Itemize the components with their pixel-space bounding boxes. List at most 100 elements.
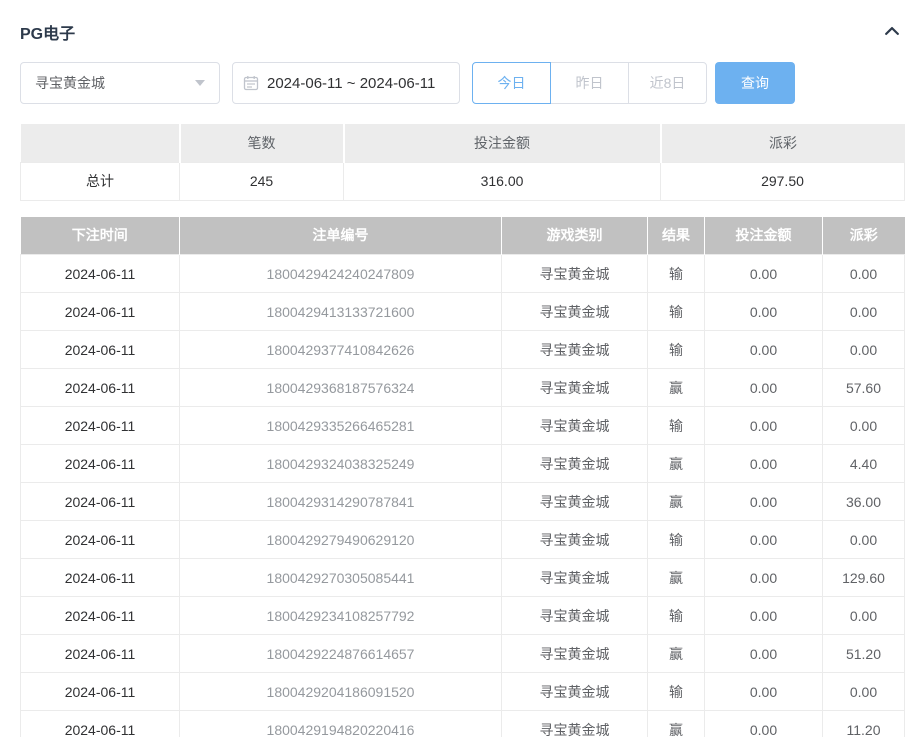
cell: 0.00 [705,369,823,407]
cell: 寻宝黄金城 [502,255,648,293]
cell: 1800429270305085441 [180,559,502,597]
cell: 寻宝黄金城 [502,635,648,673]
cell: 1800429314290787841 [180,483,502,521]
cell: 赢 [648,483,705,521]
cell: 总计 [21,162,180,200]
filter-toolbar: 寻宝黄金城 2024-06-11 ~ 2024-06-11 今日 昨日 近8日 [20,62,904,104]
cell: 寻宝黄金城 [502,711,648,737]
cell: 1800429224876614657 [180,635,502,673]
table-row: 2024-06-111800429279490629120寻宝黄金城输0.000… [21,521,905,559]
cell: 2024-06-11 [21,407,180,445]
cell: 4.40 [823,445,905,483]
cell: 0.00 [705,635,823,673]
cell: 0.00 [823,331,905,369]
cell: 0.00 [705,255,823,293]
cell: 赢 [648,445,705,483]
cell: 赢 [648,711,705,737]
table-row: 2024-06-111800429224876614657寻宝黄金城赢0.005… [21,635,905,673]
game-select-value: 寻宝黄金城 [35,73,105,93]
cell: 寻宝黄金城 [502,597,648,635]
summary-header-row: 笔数投注金额派彩 [21,124,905,162]
cell: 2024-06-11 [21,483,180,521]
date-range-input[interactable]: 2024-06-11 ~ 2024-06-11 [232,62,460,104]
table-row: 2024-06-111800429413133721600寻宝黄金城输0.000… [21,293,905,331]
cell: 0.00 [823,407,905,445]
cell: 2024-06-11 [21,445,180,483]
cell: 1800429204186091520 [180,673,502,711]
summary-table: 笔数投注金额派彩 总计245316.00297.50 [20,124,905,201]
cell: 1800429194820220416 [180,711,502,737]
cell: 0.00 [705,673,823,711]
cell: 1800429377410842626 [180,331,502,369]
cell: 寻宝黄金城 [502,559,648,597]
cell: 1800429324038325249 [180,445,502,483]
cell: 0.00 [823,255,905,293]
cell: 2024-06-11 [21,711,180,737]
cell: 寻宝黄金城 [502,521,648,559]
column-header: 下注时间 [21,217,180,255]
table-row: 2024-06-111800429324038325249寻宝黄金城赢0.004… [21,445,905,483]
chevron-up-icon [882,21,902,44]
summary-total-row: 总计245316.00297.50 [21,162,905,200]
cell: 2024-06-11 [21,635,180,673]
cell: 57.60 [823,369,905,407]
cell: 0.00 [705,711,823,737]
cell: 0.00 [705,293,823,331]
cell: 赢 [648,635,705,673]
cell: 输 [648,255,705,293]
column-header: 结果 [648,217,705,255]
cell: 0.00 [823,521,905,559]
cell: 输 [648,521,705,559]
collapse-panel-button[interactable] [880,20,904,44]
cell: 1800429424240247809 [180,255,502,293]
cell: 2024-06-11 [21,597,180,635]
cell: 寻宝黄金城 [502,331,648,369]
cell: 0.00 [823,293,905,331]
cell: 寻宝黄金城 [502,483,648,521]
quick-date-button-group: 今日 昨日 近8日 [472,62,707,104]
panel-header: PG电子 [20,0,904,44]
pg-panel: PG电子 寻宝黄金城 [0,0,924,737]
cell: 2024-06-11 [21,293,180,331]
table-row: 2024-06-111800429234108257792寻宝黄金城输0.000… [21,597,905,635]
cell: 297.50 [661,162,905,200]
cell: 赢 [648,369,705,407]
cell: 输 [648,407,705,445]
column-header: 派彩 [823,217,905,255]
table-row: 2024-06-111800429314290787841寻宝黄金城赢0.003… [21,483,905,521]
last-8-days-button[interactable]: 近8日 [628,62,707,104]
cell: 0.00 [705,597,823,635]
cell: 0.00 [705,521,823,559]
cell: 2024-06-11 [21,673,180,711]
cell: 2024-06-11 [21,255,180,293]
query-button[interactable]: 查询 [715,62,795,104]
cell: 输 [648,673,705,711]
cell: 赢 [648,559,705,597]
yesterday-button[interactable]: 昨日 [550,62,629,104]
calendar-icon [243,75,259,91]
cell: 寻宝黄金城 [502,293,648,331]
table-row: 2024-06-111800429335266465281寻宝黄金城输0.000… [21,407,905,445]
cell: 1800429368187576324 [180,369,502,407]
cell: 1800429279490629120 [180,521,502,559]
table-row: 2024-06-111800429194820220416寻宝黄金城赢0.001… [21,711,905,737]
cell: 0.00 [705,559,823,597]
cell: 0.00 [823,673,905,711]
bet-records-table: 下注时间注单编号游戏类别结果投注金额派彩 2024-06-11180042942… [20,217,905,737]
cell: 129.60 [823,559,905,597]
today-button[interactable]: 今日 [472,62,551,104]
column-header: 派彩 [661,124,905,162]
cell: 输 [648,331,705,369]
cell: 0.00 [705,445,823,483]
column-header: 游戏类别 [502,217,648,255]
column-header [21,124,180,162]
table-row: 2024-06-111800429368187576324寻宝黄金城赢0.005… [21,369,905,407]
cell: 0.00 [823,597,905,635]
game-select[interactable]: 寻宝黄金城 [20,62,220,104]
table-row: 2024-06-111800429270305085441寻宝黄金城赢0.001… [21,559,905,597]
cell: 1800429234108257792 [180,597,502,635]
cell: 2024-06-11 [21,331,180,369]
caret-down-icon [195,80,205,86]
cell: 寻宝黄金城 [502,445,648,483]
cell: 51.20 [823,635,905,673]
